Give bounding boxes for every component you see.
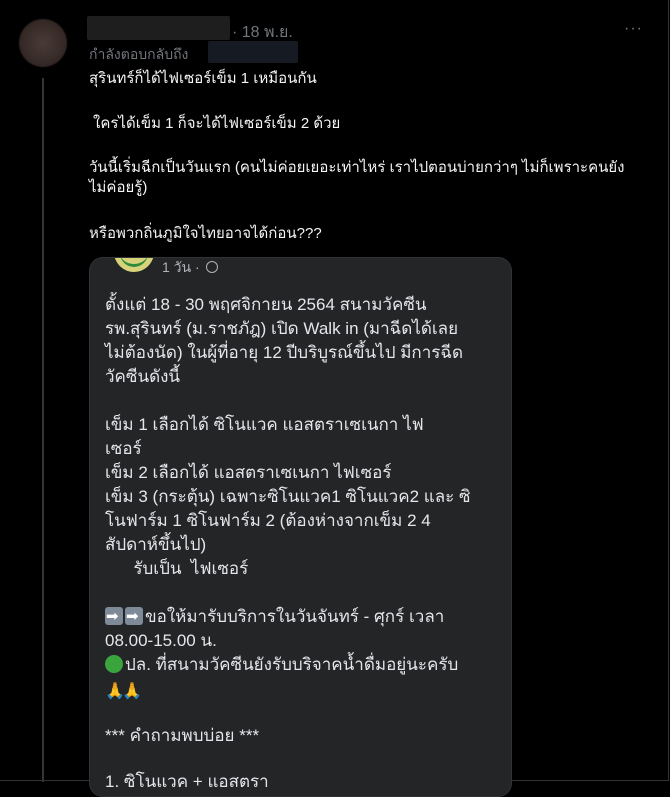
- embedded-facebook-post-image[interactable]: 1 วัน · ตั้งแต่ 18 - 30 พฤศจิกายน 2564 ส…: [89, 257, 512, 797]
- card-line: เข็ม 3 (กระตุ้น) เฉพาะซิโนแวค1 ซิโนแวค2 …: [105, 487, 471, 506]
- card-line: 1. ซิโนแวค + แอสตรา: [105, 772, 269, 791]
- redacted-handle[interactable]: [208, 41, 298, 63]
- thread-line: [42, 78, 44, 782]
- card-line: *** คำถามพบบ่อย ***: [105, 726, 260, 745]
- folded-hands-icon: 🙏: [122, 681, 142, 700]
- green-circle-icon: [105, 655, 123, 673]
- card-line: 08.00-15.00 น.: [105, 631, 217, 650]
- globe-icon: [205, 261, 218, 273]
- post-text-line: ไม่ค่อยรู้): [89, 179, 148, 196]
- right-arrow-icon: [105, 604, 123, 628]
- card-line-dot: ปล. ที่สนามวัคซีนยังรับบริจาคน้ำดื่มอยู่…: [105, 653, 458, 677]
- card-line: สัปดาห์ขึ้นไป): [105, 535, 207, 554]
- avatar[interactable]: [19, 19, 67, 67]
- card-line: ไม่ต้องนัด) ในผู้ที่อายุ 12 ปีบริบูรณ์ขึ…: [105, 343, 464, 362]
- card-line: รับเป็น ไฟเซอร์: [105, 559, 249, 578]
- post-text-line: สุรินทร์ก็ได้ไฟเซอร์เข็ม 1 เหมือนกัน: [89, 70, 317, 87]
- card-line: รพ.สุรินทร์ (ม.ราชภัฎ) เปิด Walk in (มาฉ…: [105, 319, 459, 338]
- page-logo: [114, 258, 154, 272]
- redacted-display-name: [87, 16, 230, 40]
- folded-hands-icon: 🙏: [105, 681, 125, 700]
- card-line: เซอร์: [105, 439, 142, 458]
- card-meta: 1 วัน ·: [162, 258, 218, 279]
- reply-post: · 18 พ.ย. ··· กำลังตอบกลับถึง สุรินทร์ก็…: [0, 0, 669, 797]
- card-line: ขอให้มารับบริการในวันจันทร์ - ศุกร์ เวลา: [145, 607, 445, 626]
- post-text-line: หรือพวกถิ่นภูมิใจไทยอาจได้ก่อน???: [89, 225, 322, 242]
- card-line: เข็ม 1 เลือกได้ ซิโนแวค แอสตราเซเนกา ไฟ: [105, 415, 424, 434]
- card-line: ปล. ที่สนามวัคซีนยังรับบริจาคน้ำดื่มอยู่…: [125, 655, 459, 674]
- post-text-line: วันนี้เริ่มฉีกเป็นวันแรก (คนไม่ค่อยเยอะเ…: [89, 159, 625, 176]
- card-line: ตั้งแต่ 18 - 30 พฤศจิกายน 2564 สนามวัคซี…: [105, 295, 427, 314]
- card-line: วัคซีนดังนี้: [105, 367, 181, 386]
- card-line: เข็ม 2 เลือกได้ แอสตราเซเนกา ไฟเซอร์: [105, 463, 392, 482]
- card-time: 1 วัน ·: [162, 259, 200, 275]
- more-options-icon[interactable]: ···: [624, 20, 643, 38]
- card-line-arrows: ขอให้มารับบริการในวันจันทร์ - ศุกร์ เวลา: [105, 604, 445, 629]
- post-text-line: ใครได้เข็ม 1 ก็จะได้ไฟเซอร์เข็ม 2 ด้วย: [93, 115, 341, 132]
- replying-to-label: กำลังตอบกลับถึง: [89, 46, 189, 62]
- card-pray-row: 🙏🙏: [105, 677, 142, 701]
- card-line: โนฟาร์ม 1 ซิโนฟาร์ม 2 (ต้องห่างจากเข็ม 2…: [105, 511, 431, 530]
- right-arrow-icon: [125, 604, 143, 628]
